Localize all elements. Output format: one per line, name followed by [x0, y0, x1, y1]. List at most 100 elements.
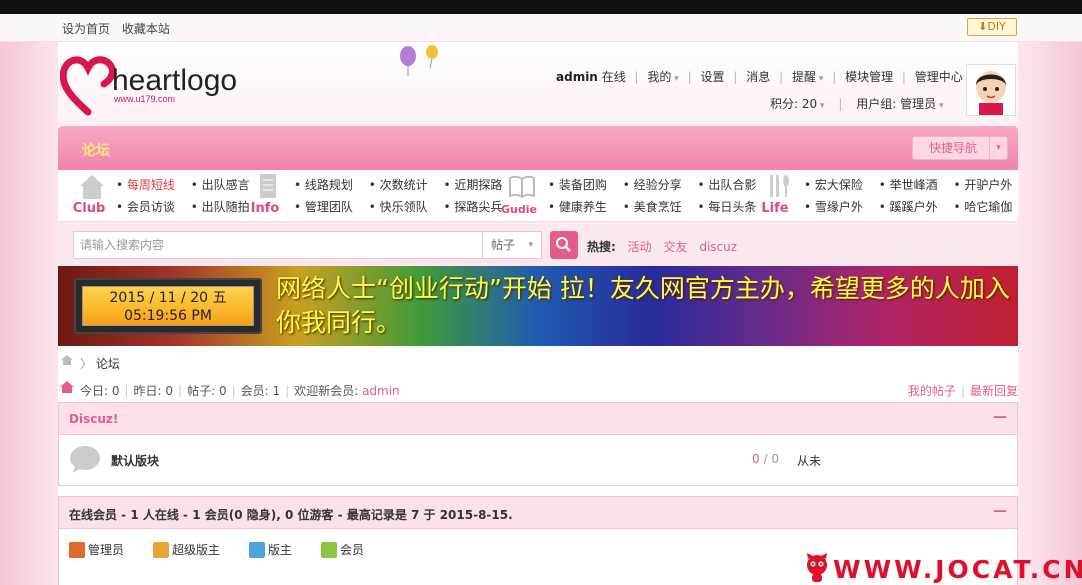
category-label: Info: [250, 201, 280, 216]
breadcrumb-separator-icon: 〉: [80, 357, 93, 371]
search-input[interactable]: 请输入搜索内容: [73, 231, 483, 259]
logo-text: heartlogo: [112, 64, 237, 97]
chevron-down-icon: ▾: [817, 101, 825, 111]
online-title: 在线会员 - 1 人在线 - 1 会员(0 隐身), 0 位游客 - 最高记录是…: [69, 508, 513, 522]
link-item[interactable]: 雪缘户外: [815, 200, 863, 214]
hot-keyword[interactable]: 活动: [628, 240, 652, 254]
newest-member-link[interactable]: admin: [362, 384, 400, 398]
menu-my[interactable]: 我的: [647, 70, 671, 84]
heart-logo-icon: heartlogo www.u179.com: [59, 56, 237, 116]
link-item[interactable]: 快乐领队: [380, 200, 428, 214]
hot-search-label: 热搜:: [587, 240, 616, 254]
my-posts-link[interactable]: 我的帖子: [908, 384, 956, 398]
cutlery-icon: [770, 175, 789, 197]
category-links-guide-2: • 健康养生 • 美食烹饪 • 每日头条: [548, 200, 757, 214]
link-item[interactable]: 美食烹饪: [634, 200, 682, 214]
breadcrumb-forum-link[interactable]: 论坛: [96, 357, 120, 371]
quick-nav-label: 快捷导航: [929, 141, 978, 155]
quick-nav-button[interactable]: 快捷导航 ▾: [912, 136, 1008, 160]
avatar[interactable]: [966, 64, 1016, 116]
link-item[interactable]: 每周短线: [127, 178, 175, 192]
top-toolbar: 设为首页 收藏本站 ⬇DIY: [0, 14, 1082, 42]
legend-label: 版主: [268, 543, 293, 557]
category-label: Gudie: [501, 203, 537, 216]
legend-label: 会员: [340, 543, 365, 557]
user-info: 积分: 20 ▾ | 用户组: 管理员 ▾: [770, 97, 944, 111]
link-item[interactable]: 哈它瑜伽: [964, 200, 1012, 214]
link-item[interactable]: 线路规划: [305, 178, 353, 192]
menu-messages[interactable]: 消息: [746, 70, 770, 84]
watermark: WWW.JOCAT.CN: [803, 553, 1082, 585]
stat-members: 会员: 1: [240, 384, 281, 398]
menu-reminders[interactable]: 提醒: [792, 70, 816, 84]
breadcrumb: 〉 论坛: [58, 352, 1018, 372]
forum-group-box: Discuz! — 默认版块 0 / 0 从未: [58, 402, 1018, 486]
chevron-down-icon: ▾: [528, 240, 533, 250]
top-black-bar: [0, 0, 1082, 14]
usergroup-menu[interactable]: 用户组: 管理员: [856, 97, 936, 111]
promo-banner[interactable]: 2015 / 11 / 20 五 05:19:56 PM 网络人士“创业行动”开…: [58, 266, 1018, 346]
category-links-guide: • 装备团购 • 经验分享 • 出队合影: [548, 178, 757, 192]
chevron-down-icon: ▾: [815, 74, 824, 84]
online-header: 在线会员 - 1 人在线 - 1 会员(0 隐身), 0 位游客 - 最高记录是…: [59, 497, 1017, 529]
category-life[interactable]: Life: [750, 172, 800, 218]
search-button[interactable]: [550, 231, 578, 259]
menu-settings[interactable]: 设置: [701, 70, 725, 84]
link-item[interactable]: 管理团队: [305, 200, 353, 214]
link-item[interactable]: 蹊蹊户外: [890, 200, 938, 214]
forum-posts: 0: [771, 452, 779, 466]
home-icon: [60, 381, 74, 393]
speech-bubble-icon: [70, 446, 100, 473]
link-item[interactable]: 开驴户外: [964, 178, 1012, 192]
category-nav: Club • 每周短线 • 出队感言 • 会员访谈 • 出队随拍 Info • …: [58, 170, 1018, 222]
diy-button[interactable]: ⬇DIY: [967, 18, 1017, 36]
site-logo[interactable]: heartlogo www.u179.com: [59, 52, 250, 120]
link-item[interactable]: 举世峰酒: [890, 178, 938, 192]
link-item[interactable]: 健康养生: [559, 200, 607, 214]
menu-module-admin[interactable]: 模块管理: [845, 70, 893, 84]
link-item[interactable]: 次数统计: [380, 178, 428, 192]
link-item[interactable]: 装备团购: [559, 178, 607, 192]
search-type-label: 帖子: [491, 238, 516, 252]
category-links-info: • 线路规划 • 次数统计 • 近期探路: [294, 178, 503, 192]
forum-name-link[interactable]: 默认版块: [111, 452, 159, 469]
hot-keyword[interactable]: discuz: [699, 240, 737, 254]
balloons-icon: [400, 45, 438, 76]
username-link[interactable]: admin: [556, 70, 598, 84]
category-info[interactable]: Info: [240, 172, 290, 218]
forum-group-title[interactable]: Discuz!: [69, 412, 118, 426]
book-icon: [509, 175, 535, 199]
main-nav: 论坛 快捷导航 ▾: [58, 126, 1018, 170]
forum-group-header: Discuz! —: [59, 403, 1017, 435]
bookmark-link[interactable]: 收藏本站: [122, 22, 170, 36]
page-wrapper: heartlogo www.u179.com admin 在线 | 我的 ▾ |…: [58, 42, 1018, 585]
nav-forum-tab[interactable]: 论坛: [82, 140, 110, 160]
category-guide[interactable]: Gudie: [494, 172, 544, 218]
category-links-life-2: • 雪缘户外 • 蹊蹊户外 • 哈它瑜伽: [804, 200, 1013, 214]
hot-search: 热搜: 活动 交友 discuz: [587, 238, 737, 255]
collapse-icon[interactable]: —: [993, 503, 1007, 519]
collapse-icon[interactable]: —: [993, 409, 1007, 425]
search-type-select[interactable]: 帖子 ▾: [482, 231, 542, 259]
logo-url: www.u179.com: [113, 94, 175, 104]
search-bar: 请输入搜索内容 帖子 ▾ 热搜: 活动 交友 discuz: [58, 222, 1018, 266]
home-icon[interactable]: [60, 354, 74, 366]
category-club[interactable]: Club: [64, 172, 114, 218]
super-moderator-user-icon: [153, 542, 169, 558]
legend-moderator: 版主: [249, 541, 292, 558]
hot-keyword[interactable]: 交友: [663, 240, 687, 254]
link-item[interactable]: 会员访谈: [127, 200, 175, 214]
user-status: 在线: [601, 70, 626, 84]
forum-counts: 0 / 0: [752, 452, 779, 466]
legend-label: 超级版主: [172, 543, 221, 557]
diy-label: DIY: [987, 20, 1006, 33]
link-item[interactable]: 经验分享: [634, 178, 682, 192]
link-item[interactable]: 宏大保险: [815, 178, 863, 192]
points-menu[interactable]: 积分: 20: [770, 97, 817, 111]
latest-replies-link[interactable]: 最新回复: [970, 384, 1018, 398]
menu-admin-center[interactable]: 管理中心: [915, 70, 963, 84]
set-home-link[interactable]: 设为首页: [62, 22, 110, 36]
stat-today: 今日: 0: [80, 384, 120, 398]
legend-label: 管理员: [88, 543, 125, 557]
stat-posts: 帖子: 0: [187, 384, 227, 398]
